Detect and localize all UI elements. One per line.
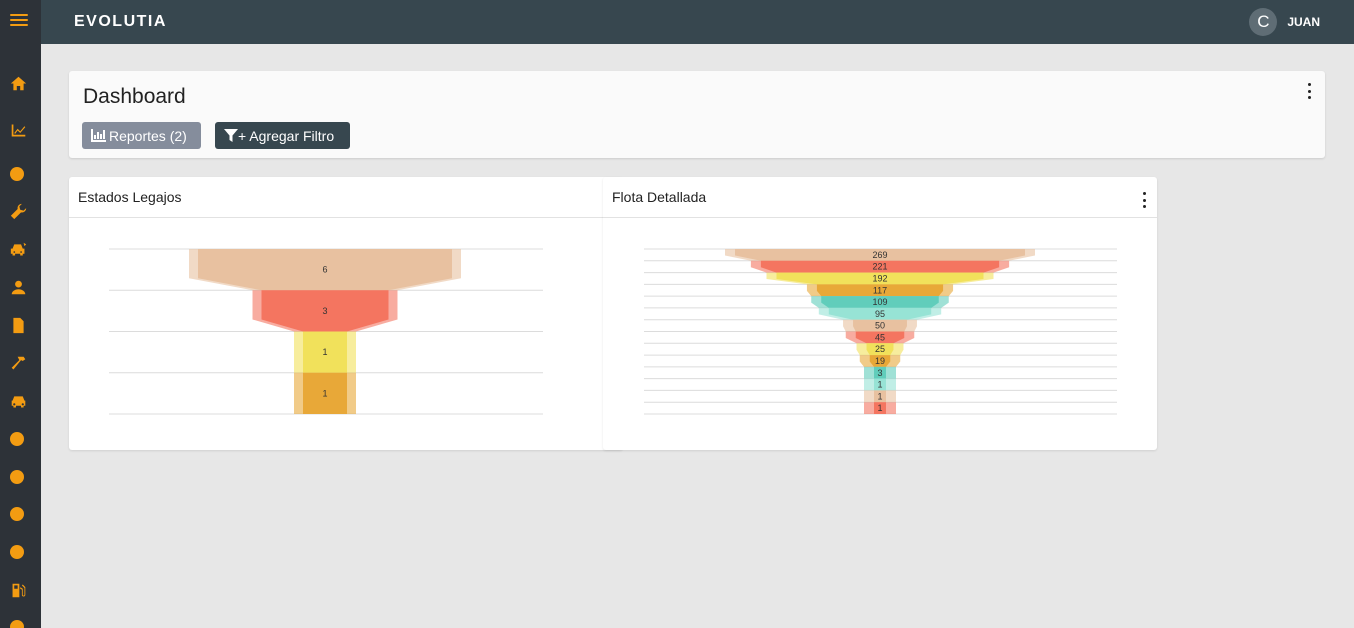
funnel-chart: 6 3 1 1 bbox=[109, 248, 543, 415]
reports-button[interactable]: Reportes (2) bbox=[82, 122, 201, 149]
line-chart-icon[interactable] bbox=[8, 120, 28, 140]
funnel-value-label: 269 bbox=[872, 250, 887, 260]
funnel-value-label: 192 bbox=[872, 273, 887, 283]
car-crash-icon[interactable] bbox=[8, 239, 28, 259]
panel-estados-legajos: Estados Legajos 6311 bbox=[69, 177, 623, 450]
dot-icon[interactable] bbox=[10, 507, 24, 521]
gas-pump-icon[interactable] bbox=[8, 580, 28, 600]
funnel-value-label: 3 bbox=[877, 368, 882, 378]
page-title: Dashboard bbox=[83, 85, 186, 108]
panel-flota-detallada: Flota Detallada 269 221 192 117 109 95 50 45 25 1… bbox=[603, 177, 1157, 450]
funnel-value-label: 1 bbox=[877, 380, 882, 390]
document-icon[interactable] bbox=[8, 315, 28, 335]
wrench-icon[interactable] bbox=[8, 201, 28, 221]
filter-icon bbox=[224, 128, 238, 142]
funnel-value-label: 6 bbox=[322, 265, 327, 275]
user-icon[interactable] bbox=[8, 277, 28, 297]
funnel-value-label: 95 bbox=[875, 309, 885, 319]
car-icon[interactable] bbox=[8, 391, 28, 411]
funnel-value-label: 3 bbox=[322, 306, 327, 316]
bar-chart-icon bbox=[91, 129, 106, 142]
home-icon[interactable] bbox=[8, 73, 28, 93]
funnel-value-label: 1 bbox=[877, 391, 882, 401]
funnel-value-label: 1 bbox=[877, 403, 882, 413]
funnel-value-label: 109 bbox=[872, 297, 887, 307]
hammer-icon[interactable] bbox=[8, 353, 28, 373]
funnel-value-label: 117 bbox=[873, 285, 887, 295]
sidebar bbox=[0, 0, 41, 628]
dashboard-options-icon[interactable] bbox=[1306, 83, 1312, 99]
dot-icon[interactable] bbox=[10, 470, 24, 484]
top-bar: EVOLUTIA C JUAN bbox=[41, 0, 1354, 44]
funnel-value-label: 19 bbox=[875, 356, 885, 366]
dot-icon[interactable] bbox=[10, 545, 24, 559]
user-menu[interactable]: C JUAN bbox=[1249, 8, 1320, 36]
dot-icon[interactable] bbox=[10, 620, 24, 628]
funnel-value-label: 1 bbox=[322, 347, 327, 357]
dot-icon[interactable] bbox=[10, 432, 24, 446]
username[interactable]: JUAN bbox=[1287, 15, 1320, 29]
add-filter-button[interactable]: + Agregar Filtro bbox=[215, 122, 350, 149]
avatar[interactable]: C bbox=[1249, 8, 1278, 36]
funnel-value-label: 1 bbox=[322, 388, 327, 398]
funnel-value-label: 25 bbox=[875, 344, 885, 354]
dashboard-header-card: Dashboard Reportes (2) + Agregar Filtro bbox=[69, 71, 1325, 158]
funnel-value-label: 45 bbox=[875, 332, 885, 342]
funnel-value-label: 221 bbox=[872, 262, 887, 272]
reports-button-label: Reportes (2) bbox=[109, 127, 187, 144]
add-filter-button-label: + Agregar Filtro bbox=[238, 127, 335, 144]
brand-logo[interactable]: EVOLUTIA bbox=[74, 13, 167, 31]
funnel-value-label: 50 bbox=[875, 321, 885, 331]
dot-icon[interactable] bbox=[10, 167, 24, 181]
funnel-chart: 26922119211710995504525193111 bbox=[644, 248, 1117, 415]
menu-icon[interactable] bbox=[10, 14, 28, 28]
